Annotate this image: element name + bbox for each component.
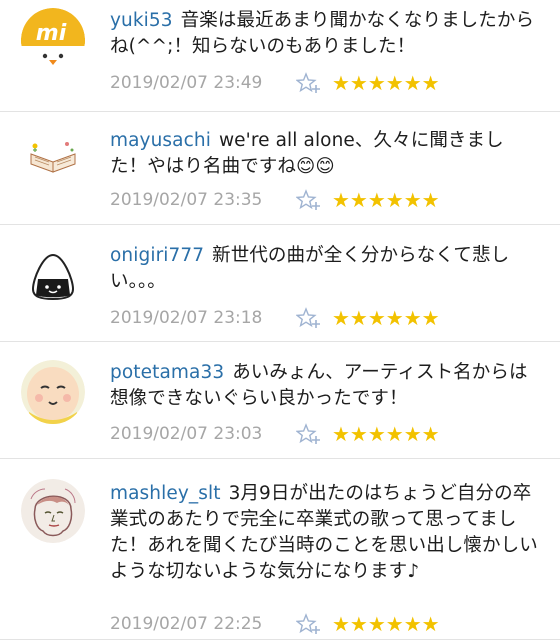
- rating-stars: ★★★★★★: [332, 308, 440, 328]
- comment-meta: 2019/02/07 23:03 ★★★★★★: [110, 422, 440, 446]
- avatar[interactable]: [21, 128, 85, 192]
- comment-item: potetama33 あいみょん、アーティスト名からは想像できないぐらい良かったで…: [0, 342, 560, 459]
- star-rating-text: ★★★★★★: [332, 188, 440, 212]
- comment-text: potetama33 あいみょん、アーティスト名からは想像できないぐらい良かったで…: [110, 360, 540, 412]
- rating-stars: ★★★★★★: [332, 73, 440, 93]
- onigiri-avatar: [21, 245, 85, 309]
- star-rating-text: ★★★★★★: [332, 306, 440, 330]
- star-rating-text: ★★★★★★: [332, 422, 440, 446]
- timestamp: 2019/02/07 23:03: [110, 424, 263, 444]
- star-plus-icon[interactable]: [296, 613, 322, 635]
- star-plus-icon[interactable]: [296, 423, 322, 445]
- comment-item: mayusachi we're all alone、久々に聞きました！やはり名曲で…: [0, 112, 560, 225]
- timestamp: 2019/02/07 23:18: [110, 308, 263, 328]
- comment-text: mayusachi we're all alone、久々に聞きました！やはり名曲で…: [110, 128, 540, 180]
- timestamp: 2019/02/07 23:49: [110, 73, 263, 93]
- avatar[interactable]: [21, 245, 85, 309]
- star-plus-icon[interactable]: [296, 189, 322, 211]
- avatar[interactable]: mi: [21, 8, 85, 72]
- timestamp: 2019/02/07 22:25: [110, 614, 263, 634]
- comment-text: mashley_slt 3月9日が出たのはちょうど自分の卒業式のあたりで完全に卒業…: [110, 481, 540, 585]
- comment-item: mi yuki53 音楽は最近あまり聞かなくなりましたからね(^^;！知らないのも…: [0, 0, 560, 112]
- star-plus-icon[interactable]: [296, 72, 322, 94]
- rating-stars: ★★★★★★: [332, 190, 440, 210]
- comment-list: mi yuki53 音楽は最近あまり聞かなくなりましたからね(^^;！知らないのも…: [0, 0, 560, 640]
- comment-body: 音楽は最近あまり聞かなくなりましたからね(^^;！知らないのもありました！: [110, 10, 535, 57]
- avatar[interactable]: [21, 479, 85, 543]
- timestamp: 2019/02/07 23:35: [110, 190, 263, 210]
- comment-meta: 2019/02/07 22:25 ★★★★★★: [110, 612, 440, 636]
- avatar[interactable]: [21, 360, 85, 424]
- comment-meta: 2019/02/07 23:35 ★★★★★★: [110, 188, 440, 212]
- svg-text:mi: mi: [36, 21, 67, 46]
- comment-meta: 2019/02/07 23:18 ★★★★★★: [110, 306, 440, 330]
- book-avatar: [21, 128, 85, 192]
- rating-stars: ★★★★★★: [332, 424, 440, 444]
- username-link[interactable]: mayusachi: [110, 130, 211, 151]
- star-rating-text: ★★★★★★: [332, 612, 440, 636]
- comment-item: onigiri777 新世代の曲が全く分からなくて悲しい。。。 2019/02/0…: [0, 225, 560, 342]
- username-link[interactable]: potetama33: [110, 362, 224, 383]
- sketch-avatar: [21, 479, 85, 543]
- star-rating-text: ★★★★★★: [332, 71, 440, 95]
- comment-item: mashley_slt 3月9日が出たのはちょうど自分の卒業式のあたりで完全に卒業…: [0, 459, 560, 640]
- username-link[interactable]: yuki53: [110, 10, 173, 31]
- rating-stars: ★★★★★★: [332, 614, 440, 634]
- username-link[interactable]: mashley_slt: [110, 483, 221, 504]
- star-plus-icon[interactable]: [296, 307, 322, 329]
- face-avatar: [21, 360, 85, 424]
- username-link[interactable]: onigiri777: [110, 245, 204, 266]
- mi-logo-avatar: mi: [21, 8, 85, 72]
- comment-text: yuki53 音楽は最近あまり聞かなくなりましたからね(^^;！知らないのもありま…: [110, 8, 540, 60]
- comment-meta: 2019/02/07 23:49 ★★★★★★: [110, 71, 440, 95]
- comment-text: onigiri777 新世代の曲が全く分からなくて悲しい。。。: [110, 243, 540, 295]
